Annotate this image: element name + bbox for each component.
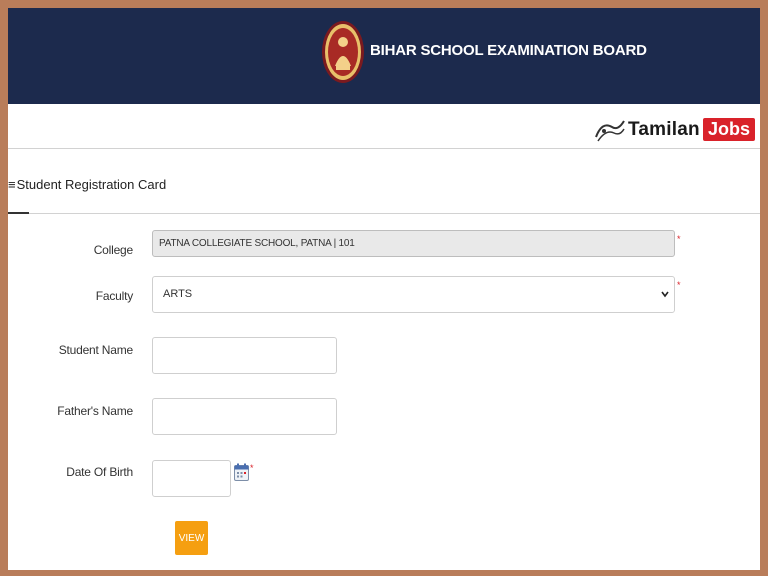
board-title: BIHAR SCHOOL EXAMINATION BOARD xyxy=(370,42,647,59)
menu-icon: ≡ xyxy=(8,177,16,192)
section-title-text: Student Registration Card xyxy=(16,177,167,192)
fathers-name-input[interactable] xyxy=(152,398,337,435)
tamilan-jobs-watermark: Tamilan Jobs xyxy=(594,115,756,145)
student-name-label: Student Name xyxy=(58,343,134,357)
divider xyxy=(8,148,760,149)
section-title: ≡Student Registration Card xyxy=(8,177,166,192)
college-field: PATNA COLLEGIATE SCHOOL, PATNA | 101 xyxy=(152,230,675,257)
required-mark: * xyxy=(250,463,254,473)
college-label: College xyxy=(93,243,133,257)
brand-name: Tamilan xyxy=(628,119,700,140)
header-bar: BIHAR SCHOOL EXAMINATION BOARD xyxy=(8,8,760,104)
swirl-logo-icon xyxy=(595,120,625,142)
required-mark: * xyxy=(677,234,681,244)
calendar-icon[interactable] xyxy=(234,463,249,481)
dob-input[interactable] xyxy=(152,460,231,497)
student-name-input[interactable] xyxy=(152,337,337,374)
faculty-label: Faculty xyxy=(95,289,133,303)
dob-label: Date Of Birth xyxy=(66,465,133,479)
view-button[interactable]: VIEW xyxy=(175,521,208,555)
faculty-selected-value: ARTS xyxy=(163,288,193,300)
faculty-select[interactable]: ARTS xyxy=(152,276,675,313)
bseb-emblem-icon xyxy=(322,21,364,83)
chevron-down-icon xyxy=(661,291,669,298)
page-frame: BIHAR SCHOOL EXAMINATION BOARD Tamilan J… xyxy=(8,8,760,570)
brand-badge: Jobs xyxy=(703,118,756,141)
section-divider xyxy=(8,213,760,214)
required-mark: * xyxy=(677,280,681,290)
section-divider-accent xyxy=(8,212,29,214)
fathers-name-label: Father's Name xyxy=(57,404,133,418)
